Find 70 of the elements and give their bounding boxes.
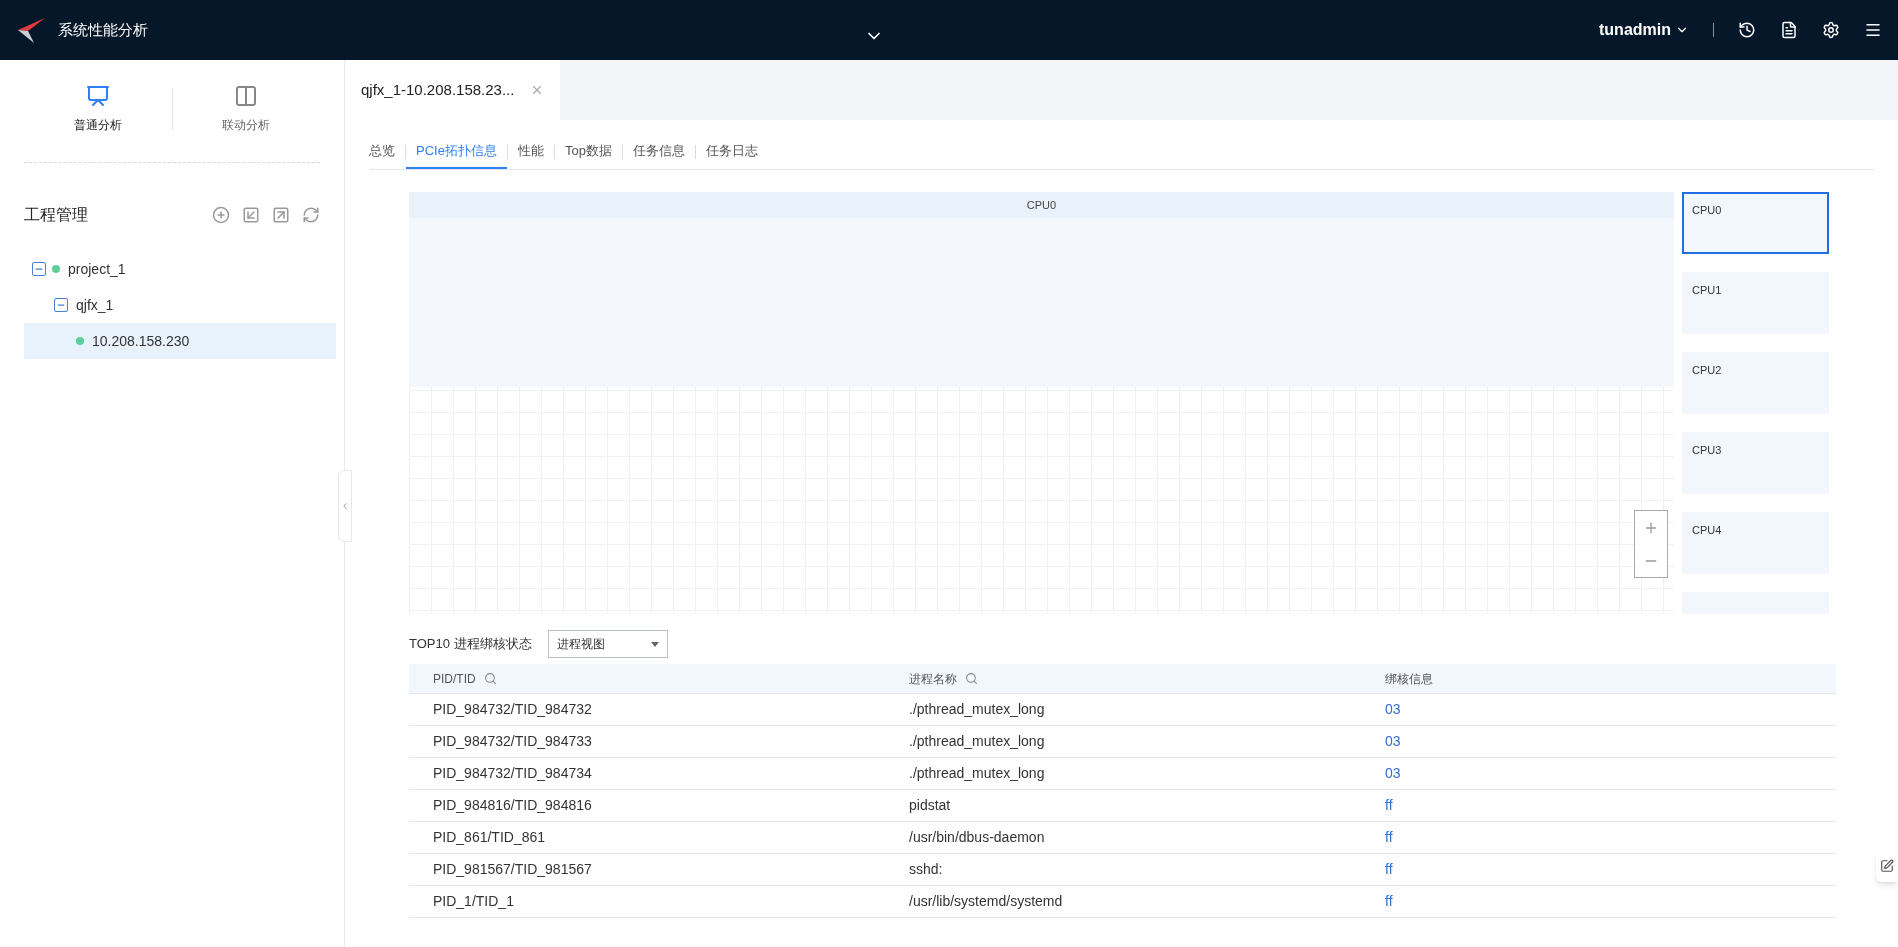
app-title: 系统性能分析	[58, 19, 148, 40]
document-icon[interactable]	[1780, 21, 1798, 39]
tree-label: qjfx_1	[76, 295, 114, 315]
tree-item[interactable]: project_1	[24, 251, 336, 287]
search-icon[interactable]	[483, 672, 497, 685]
table-cell-text: ./pthread_mutex_long	[908, 732, 1046, 751]
dropdown-caret-icon	[650, 641, 659, 647]
table-cell-text: sshd:	[908, 860, 944, 879]
binding-link[interactable]: ff	[1361, 827, 1836, 848]
column-header: 绑核信息	[1384, 670, 1434, 688]
panel-title: CPU0	[1026, 197, 1057, 213]
refresh-icon[interactable]	[302, 206, 320, 224]
binding-link[interactable]: 03	[1361, 731, 1836, 752]
binding-link[interactable]: 03	[1361, 763, 1836, 784]
mode-tab[interactable]: 联动分析	[172, 84, 320, 134]
add-icon[interactable]	[212, 206, 230, 224]
chart-board-icon	[85, 84, 110, 108]
tree-label: project_1	[68, 259, 126, 279]
table-cell-text: PID_1/TID_1	[432, 892, 515, 911]
binding-link[interactable]: ff	[1361, 795, 1836, 816]
tree-item[interactable]: 10.208.158.230	[24, 323, 336, 359]
menu-icon[interactable]	[1864, 21, 1882, 39]
tab[interactable]: 任务信息	[622, 134, 695, 169]
logo-icon	[16, 16, 46, 44]
section-title: 工程管理	[24, 205, 89, 225]
search-icon[interactable]	[965, 672, 978, 685]
table-cell-text: pidstat	[908, 796, 952, 815]
collapse-handle[interactable]	[338, 470, 352, 542]
cpu-card[interactable]: CPU2	[1682, 352, 1829, 414]
settings-icon[interactable]	[1822, 21, 1840, 39]
binding-link[interactable]: 03	[1361, 699, 1836, 720]
table-title: TOP10 进程绑核状态	[409, 635, 532, 654]
import-icon[interactable]	[242, 206, 260, 224]
user-menu[interactable]: tunadmin	[1599, 18, 1689, 42]
table-cell-text: ./pthread_mutex_long	[908, 764, 1046, 783]
table-cell-text: PID_984816/TID_984816	[432, 796, 593, 815]
collapse-icon[interactable]	[32, 262, 46, 276]
tree-item[interactable]: qjfx_1	[24, 287, 336, 323]
column-header: 进程名称	[885, 669, 1361, 688]
tree-label: 10.208.158.230	[92, 331, 190, 351]
table-cell-text: PID_861/TID_861	[432, 828, 547, 847]
table-cell-text: PID_984732/TID_984734	[432, 764, 593, 783]
column-header: PID/TID	[409, 669, 885, 688]
tab[interactable]: Top数据	[554, 134, 622, 169]
split-panel-icon	[234, 84, 259, 108]
table-cell-text: /usr/bin/dbus-daemon	[908, 828, 1046, 847]
cpu-card[interactable]: CPU1	[1682, 272, 1829, 334]
binding-link[interactable]: ff	[1361, 859, 1836, 880]
history-icon[interactable]	[1738, 21, 1756, 39]
document-tab[interactable]: qjfx_1-10.208.158.23...	[345, 60, 561, 120]
table-cell-text: PID_984732/TID_984733	[432, 732, 593, 751]
cpu-card[interactable]: CPU0	[1682, 192, 1829, 254]
tab[interactable]: 总览	[369, 134, 405, 169]
binding-link[interactable]: ff	[1361, 891, 1836, 912]
collapse-icon[interactable]	[54, 298, 68, 312]
feedback-button[interactable]	[1876, 850, 1898, 882]
view-dropdown[interactable]: 进程视图	[547, 630, 668, 658]
cpu-card[interactable]: CPU3	[1682, 432, 1829, 494]
mode-tab[interactable]: 普通分析	[24, 84, 172, 134]
table-cell-text: PID_984732/TID_984732	[432, 700, 593, 719]
edit-icon	[1880, 859, 1894, 873]
tab-label: qjfx_1-10.208.158.23...	[361, 79, 515, 100]
tab[interactable]: 任务日志	[695, 134, 768, 169]
table-cell-text: /usr/lib/systemd/systemd	[908, 892, 1064, 911]
tab[interactable]: 性能	[507, 134, 554, 169]
table-cell-text: ./pthread_mutex_long	[908, 700, 1046, 719]
table-cell-text: PID_981567/TID_981567	[432, 860, 593, 879]
export-icon[interactable]	[272, 206, 290, 224]
tab[interactable]: PCIe拓扑信息	[406, 134, 507, 169]
cpu-card[interactable]: CPU4	[1682, 512, 1829, 574]
